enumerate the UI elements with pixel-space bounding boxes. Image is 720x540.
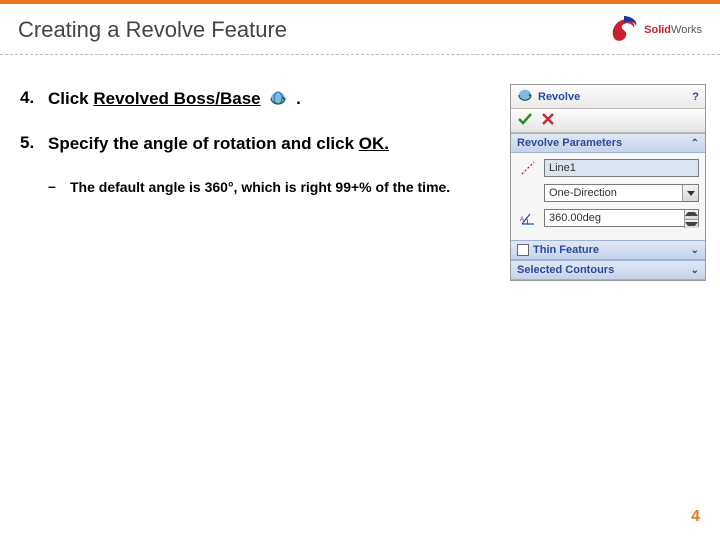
revolve-feature-icon [517, 88, 533, 105]
revolve-parameters-label: Revolve Parameters [517, 137, 622, 149]
panel-action-row [511, 109, 705, 133]
chevron-down-icon: ⌄ [691, 265, 699, 276]
page-number: 4 [691, 508, 700, 526]
title-row: Creating a Revolve Feature SolidWorks [18, 16, 702, 44]
step-5-text: Specify the angle of rotation and click … [48, 133, 480, 156]
step-4-command: Revolved Boss/Base [93, 89, 260, 108]
subpoint-text: The default angle is 360°, which is righ… [70, 178, 480, 196]
revolve-property-panel: Revolve ? Revolve Parameters ⌃ Line1 [510, 84, 706, 281]
checkbox-box-icon [517, 244, 529, 256]
step-4: 4. Click Revolved Boss/Base . [20, 88, 480, 111]
slide-title: Creating a Revolve Feature [18, 17, 287, 43]
panel-title-text: Revolve [538, 91, 580, 103]
step-4-pre: Click [48, 89, 93, 108]
ds-3d-icon [610, 16, 640, 44]
thin-feature-label: Thin Feature [533, 244, 599, 256]
step-4-number: 4. [20, 88, 48, 111]
spinner-down-icon[interactable] [685, 219, 698, 229]
chevron-up-icon: ⌃ [691, 138, 699, 149]
ok-check-icon[interactable] [517, 112, 533, 129]
angle-spinner[interactable] [684, 210, 698, 228]
logo-text-works: Works [671, 24, 702, 36]
direction-value: One-Direction [549, 187, 617, 199]
selected-contours-label: Selected Contours [517, 264, 614, 276]
axis-field: Line1 [517, 158, 699, 178]
selected-contours-header[interactable]: Selected Contours ⌄ [511, 260, 705, 280]
content-area: 4. Click Revolved Boss/Base . 5. Specify… [20, 88, 480, 196]
spinner-up-icon[interactable] [685, 210, 698, 219]
panel-titlebar: Revolve ? [511, 85, 705, 109]
step-5-ok: OK. [359, 134, 389, 153]
angle-input[interactable]: 360.00deg [544, 209, 699, 227]
direction-icon [517, 183, 539, 203]
step-5-body: Specify the angle of rotation and click [48, 134, 359, 153]
angle-value: 360.00deg [549, 212, 601, 224]
step-5-number: 5. [20, 133, 48, 156]
axis-icon [517, 158, 539, 178]
subpoint-dash: – [48, 178, 70, 196]
dropdown-arrow-icon [682, 185, 698, 201]
angle-icon: A [517, 208, 539, 228]
revolve-parameters-header[interactable]: Revolve Parameters ⌃ [511, 133, 705, 153]
logo-text-solid: Solid [644, 24, 671, 36]
help-button[interactable]: ? [692, 91, 699, 103]
step-4-text: Click Revolved Boss/Base . [48, 88, 480, 111]
step-5-subpoint: – The default angle is 360°, which is ri… [48, 178, 480, 196]
step-5: 5. Specify the angle of rotation and cli… [20, 133, 480, 156]
axis-value: Line1 [549, 162, 576, 174]
chevron-down-icon: ⌄ [691, 245, 699, 256]
solidworks-logo: SolidWorks [610, 16, 702, 44]
thin-feature-checkbox[interactable]: Thin Feature [517, 244, 599, 256]
direction-field: One-Direction [517, 183, 699, 203]
angle-field: A 360.00deg [517, 208, 699, 228]
direction-dropdown[interactable]: One-Direction [544, 184, 699, 202]
divider-dashed [0, 54, 720, 55]
revolved-boss-base-icon [269, 90, 287, 106]
revolve-parameters-body: Line1 One-Direction A 360.00deg [511, 153, 705, 240]
svg-text:A: A [520, 217, 524, 223]
thin-feature-header[interactable]: Thin Feature ⌄ [511, 240, 705, 260]
axis-input[interactable]: Line1 [544, 159, 699, 177]
step-4-post: . [291, 89, 300, 108]
top-accent-bar [0, 0, 720, 4]
cancel-x-icon[interactable] [541, 112, 555, 129]
